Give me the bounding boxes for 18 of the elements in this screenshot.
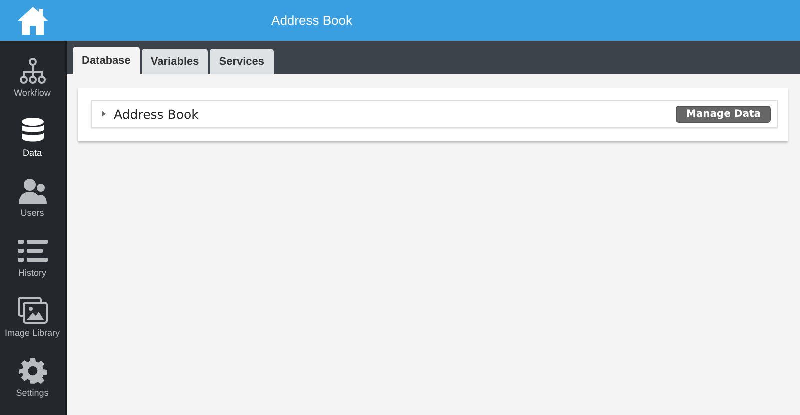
settings-icon xyxy=(18,356,48,384)
sidebar-item[interactable]: Image Library xyxy=(0,287,65,347)
sidebar-item[interactable]: Data xyxy=(0,107,65,167)
hierarchy-icon xyxy=(18,56,48,84)
window-title: Address Book xyxy=(270,13,354,28)
users-icon xyxy=(18,176,48,204)
tab[interactable]: Database xyxy=(73,47,140,74)
tab[interactable]: Variables xyxy=(142,49,208,74)
manage-data-button[interactable]: Manage Data xyxy=(676,106,771,122)
sidebar-item[interactable]: Workflow xyxy=(0,47,65,107)
caret-right-icon[interactable] xyxy=(102,111,106,117)
images-icon xyxy=(18,296,48,324)
tab[interactable]: Services xyxy=(210,49,274,74)
sidebar-item[interactable]: Settings xyxy=(0,347,65,407)
sidebar-item[interactable]: History xyxy=(0,227,65,287)
sidebar-item[interactable]: Users xyxy=(0,167,65,227)
home-icon xyxy=(16,6,48,36)
database-name: Address Book xyxy=(114,106,200,122)
